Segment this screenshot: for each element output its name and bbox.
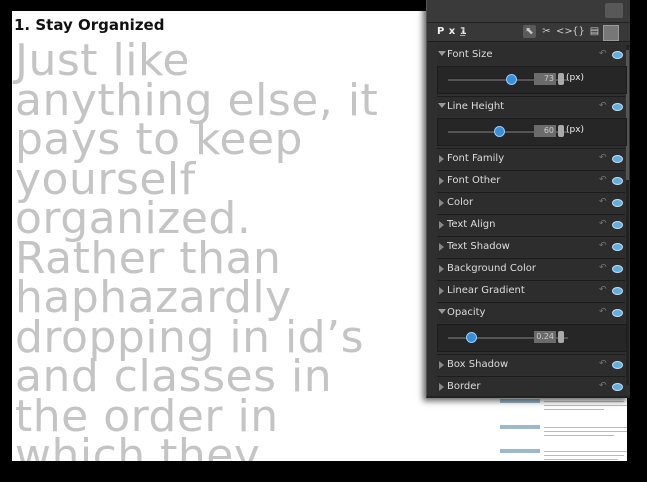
link-icon[interactable]: ✂ bbox=[540, 25, 553, 38]
property-row-text-shadow[interactable]: Text Shadow ↶ bbox=[437, 237, 625, 257]
chevron-down-icon[interactable] bbox=[438, 309, 446, 314]
property-label: Background Color bbox=[447, 263, 536, 274]
undo-icon[interactable]: ↶ bbox=[599, 49, 607, 59]
property-label: Text Align bbox=[447, 219, 496, 230]
property-row-color[interactable]: Color ↶ bbox=[437, 193, 625, 213]
property-row-text-align[interactable]: Text Align ↶ bbox=[437, 215, 625, 235]
chevron-right-icon[interactable] bbox=[439, 361, 444, 369]
value-field[interactable]: 0.24 bbox=[534, 331, 556, 343]
undo-icon[interactable]: ↶ bbox=[599, 285, 607, 295]
property-control-font-size: 73 (px) bbox=[437, 66, 627, 94]
eye-icon[interactable] bbox=[612, 155, 623, 163]
slider-knob[interactable] bbox=[466, 332, 477, 343]
help-link[interactable]: ? bbox=[460, 26, 465, 37]
page-thumbnail bbox=[474, 391, 627, 461]
chevron-right-icon[interactable] bbox=[439, 243, 444, 251]
property-label: Linear Gradient bbox=[447, 285, 525, 296]
property-row-linear-gradient[interactable]: Linear Gradient ↶ bbox=[437, 281, 625, 301]
color-swatch-icon[interactable] bbox=[603, 25, 619, 41]
property-row-font-family[interactable]: Font Family ↶ bbox=[437, 149, 625, 169]
property-row-box-shadow[interactable]: Box Shadow ↶ bbox=[437, 355, 625, 375]
eye-icon[interactable] bbox=[612, 361, 623, 369]
undo-icon[interactable]: ↶ bbox=[599, 359, 607, 369]
undo-icon[interactable]: ↶ bbox=[599, 263, 607, 273]
slider-knob[interactable] bbox=[494, 126, 505, 137]
undo-icon[interactable]: ↶ bbox=[599, 197, 607, 207]
property-row-opacity[interactable]: Opacity ↶ bbox=[437, 303, 625, 323]
eye-icon[interactable] bbox=[612, 287, 623, 295]
undo-icon[interactable]: ↶ bbox=[599, 307, 607, 317]
slider-knob[interactable] bbox=[506, 74, 517, 85]
panel-toggle-button[interactable] bbox=[605, 3, 623, 18]
section-heading: 1. Stay Organized bbox=[14, 16, 165, 34]
value-field[interactable]: 60 bbox=[534, 125, 556, 137]
comment-icon[interactable]: ▤ bbox=[588, 25, 601, 38]
property-label: Line Height bbox=[447, 101, 505, 112]
unit-label: (px) bbox=[566, 73, 585, 83]
chevron-right-icon[interactable] bbox=[439, 221, 444, 229]
eye-icon[interactable] bbox=[612, 383, 623, 391]
chevron-right-icon[interactable] bbox=[439, 265, 444, 273]
eye-icon[interactable] bbox=[612, 103, 623, 111]
property-row-font-size[interactable]: Font Size ↶ bbox=[437, 45, 625, 65]
undo-icon[interactable]: ↶ bbox=[599, 153, 607, 163]
chevron-right-icon[interactable] bbox=[439, 155, 444, 163]
css-editor-panel: P x 1 ? ⬉ ✂ <> {} ▤ Font Size ↶ 73 (px) Line… bbox=[426, 0, 630, 398]
value-stepper[interactable] bbox=[558, 125, 564, 137]
unit-label: (px) bbox=[566, 125, 585, 135]
value-stepper[interactable] bbox=[558, 73, 564, 85]
property-row-background-color[interactable]: Background Color ↶ bbox=[437, 259, 625, 279]
property-label: Text Shadow bbox=[447, 241, 510, 252]
panel-titlebar bbox=[427, 0, 630, 23]
braces-icon[interactable]: {} bbox=[572, 25, 585, 38]
chevron-right-icon[interactable] bbox=[439, 287, 444, 295]
chevron-right-icon[interactable] bbox=[439, 383, 444, 391]
chevron-right-icon[interactable] bbox=[439, 177, 444, 185]
property-label: Font Other bbox=[447, 175, 501, 186]
property-label: Box Shadow bbox=[447, 359, 509, 370]
property-label: Color bbox=[447, 197, 474, 208]
eye-icon[interactable] bbox=[612, 309, 623, 317]
inspect-icon[interactable]: ⬉ bbox=[523, 25, 536, 38]
chevron-down-icon[interactable] bbox=[438, 103, 446, 108]
value-stepper[interactable] bbox=[558, 331, 564, 343]
property-label: Border bbox=[447, 381, 481, 392]
eye-icon[interactable] bbox=[612, 221, 623, 229]
undo-icon[interactable]: ↶ bbox=[599, 175, 607, 185]
eye-icon[interactable] bbox=[612, 51, 623, 59]
property-label: Opacity bbox=[447, 307, 486, 318]
property-row-font-other[interactable]: Font Other ↶ bbox=[437, 171, 625, 191]
undo-icon[interactable]: ↶ bbox=[599, 381, 607, 391]
body-paragraph[interactable]: Just like anything else, it pays to keep… bbox=[15, 39, 445, 461]
eye-icon[interactable] bbox=[612, 177, 623, 185]
property-label: Font Family bbox=[447, 153, 505, 164]
panel-toolbar: P x 1 ? ⬉ ✂ <> {} ▤ bbox=[427, 23, 630, 42]
property-control-opacity: 0.24 bbox=[437, 324, 627, 352]
property-label: Font Size bbox=[447, 49, 493, 60]
chevron-down-icon[interactable] bbox=[438, 51, 446, 56]
undo-icon[interactable]: ↶ bbox=[599, 219, 607, 229]
eye-icon[interactable] bbox=[612, 243, 623, 251]
eye-icon[interactable] bbox=[612, 265, 623, 273]
eye-icon[interactable] bbox=[612, 199, 623, 207]
code-icon[interactable]: <> bbox=[556, 25, 573, 38]
value-field[interactable]: 73 bbox=[534, 73, 556, 85]
property-row-line-height[interactable]: Line Height ↶ bbox=[437, 97, 625, 117]
property-control-line-height: 60 (px) bbox=[437, 118, 627, 146]
undo-icon[interactable]: ↶ bbox=[599, 101, 607, 111]
property-row-border[interactable]: Border ↶ bbox=[437, 377, 625, 396]
undo-icon[interactable]: ↶ bbox=[599, 241, 607, 251]
chevron-right-icon[interactable] bbox=[439, 199, 444, 207]
